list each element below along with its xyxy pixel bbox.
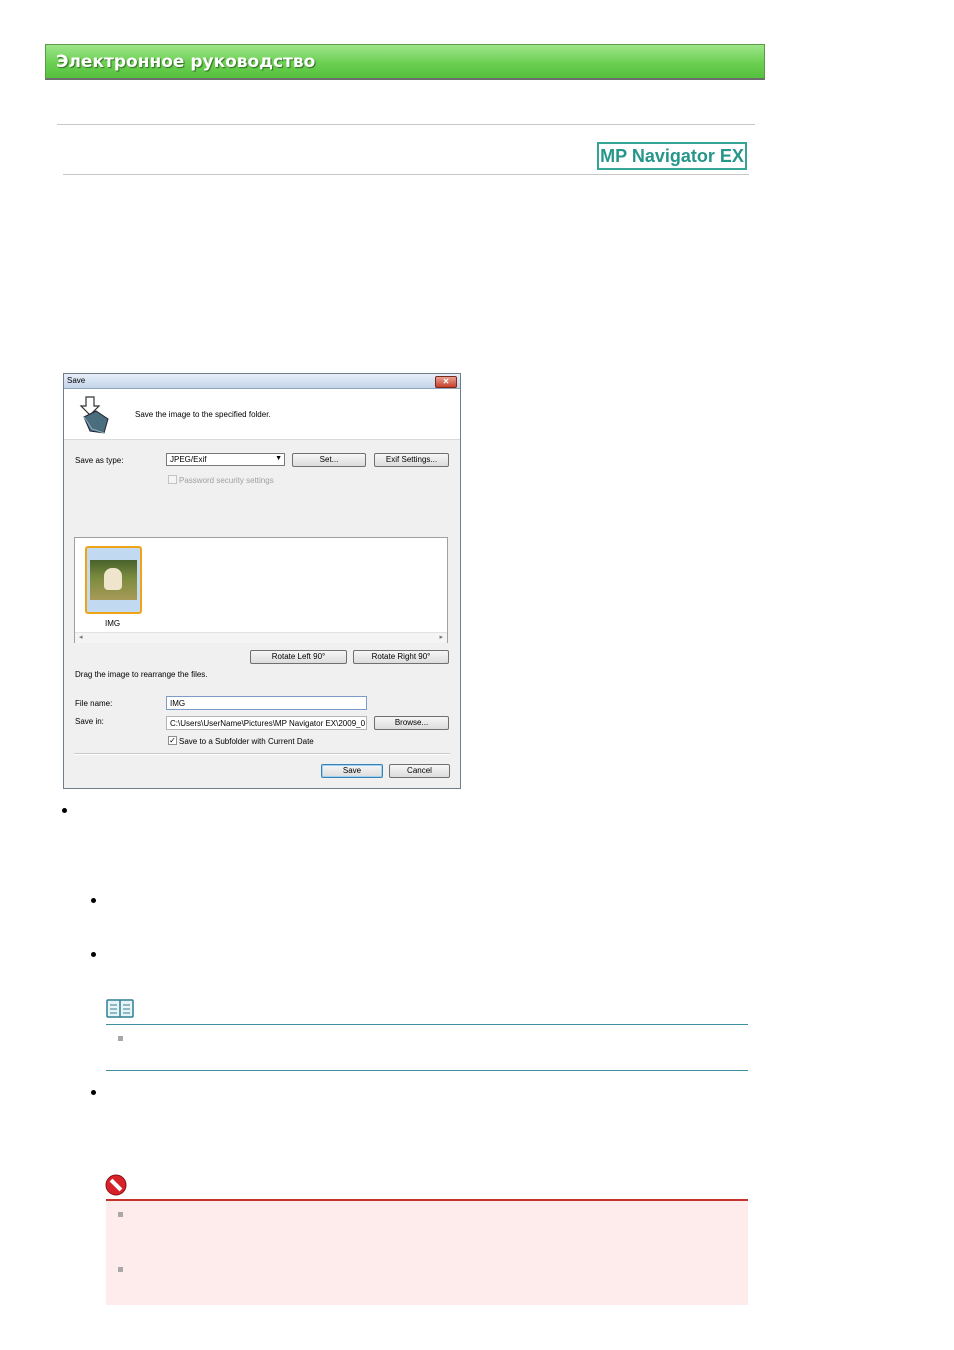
product-logo: MP Navigator EX [597,142,747,170]
save-button[interactable]: Save [321,764,383,778]
thumbnail-label: IMG [105,619,121,628]
save-in-label: Save in: [75,717,104,726]
bullet-icon [62,808,67,813]
manual-banner: Электронное руководство [45,44,765,80]
browse-button[interactable]: Browse... [374,716,449,730]
dialog-separator [74,753,450,755]
bullet-icon [91,1090,96,1095]
square-bullet-icon [118,1267,123,1272]
manual-banner-title: Электронное руководство [56,52,316,72]
save-as-type-value: JPEG/Exif [170,455,207,464]
header-message: Save the image to the specified folder. [135,410,271,419]
save-as-type-select[interactable]: JPEG/Exif ▼ [166,453,285,466]
set-button[interactable]: Set... [292,453,366,467]
horizontal-scrollbar[interactable]: ◂ ▸ [75,632,447,643]
note-book-icon [106,999,134,1018]
bullet-icon [91,952,96,957]
photo-thumbnail [90,560,137,600]
dialog-header: Save the image to the specified folder. [64,389,460,440]
subfolder-checkbox[interactable]: ✓ [168,736,177,745]
bullet-icon [91,898,96,903]
password-label: Password security settings [179,476,274,485]
save-folder-icon [79,396,109,434]
save-as-type-label: Save as type: [75,456,124,465]
dog-image [104,568,122,590]
important-stop-icon [105,1174,127,1196]
thumbnail-selected[interactable] [85,546,142,614]
thumbnail-area[interactable]: IMG ◂ ▸ [74,537,448,643]
square-bullet-icon [118,1212,123,1217]
file-name-input[interactable]: IMG [166,696,367,710]
header-divider [63,174,749,175]
drag-hint: Drag the image to rearrange the files. [75,670,208,679]
dialog-titlebar: Save ✕ [64,374,460,389]
important-box [106,1199,748,1305]
chevron-down-icon: ▼ [275,455,282,462]
dialog-title: Save [67,376,86,385]
file-name-label: File name: [75,699,113,708]
note-top-rule [106,1024,748,1025]
save-dialog: Save ✕ Save the image to the specified f… [63,373,461,789]
rotate-right-button[interactable]: Rotate Right 90° [353,650,449,664]
save-in-field[interactable]: C:\Users\UserName\Pictures\MP Navigator … [166,716,367,730]
rotate-left-button[interactable]: Rotate Left 90° [250,650,347,664]
cancel-button[interactable]: Cancel [389,764,450,778]
scroll-right-icon[interactable]: ▸ [439,633,443,641]
subfolder-label: Save to a Subfolder with Current Date [179,737,314,746]
close-icon[interactable]: ✕ [435,376,457,388]
exif-settings-button[interactable]: Exif Settings... [374,453,449,467]
scroll-left-icon[interactable]: ◂ [79,633,83,641]
square-bullet-icon [118,1036,123,1041]
note-bottom-rule [106,1070,748,1071]
password-checkbox[interactable] [168,475,177,484]
top-divider [57,124,755,125]
